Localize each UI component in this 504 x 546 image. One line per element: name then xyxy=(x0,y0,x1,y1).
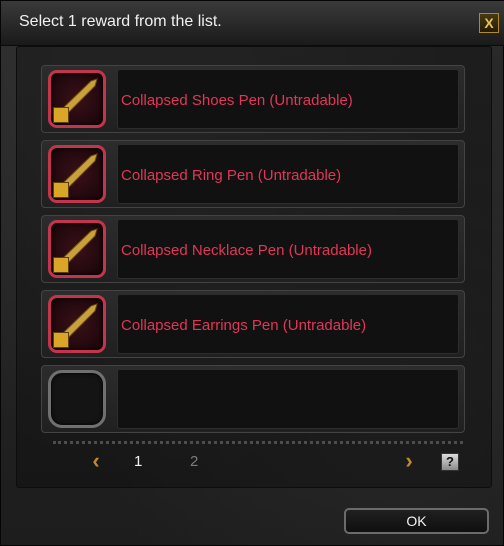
chevron-right-icon[interactable]: › xyxy=(401,450,417,472)
reward-name-box: Collapsed Earrings Pen (Untradable) xyxy=(117,294,459,354)
reward-name-box xyxy=(117,369,459,429)
reward-name-box: Collapsed Necklace Pen (Untradable) xyxy=(117,219,459,279)
title-bar: Select 1 reward from the list. X xyxy=(1,1,504,46)
reward-name-box: Collapsed Ring Pen (Untradable) xyxy=(117,144,459,204)
untradable-badge-icon xyxy=(53,332,69,348)
reward-selection-window: Select 1 reward from the list. X Collaps… xyxy=(0,0,504,546)
help-button[interactable]: ? xyxy=(441,453,459,471)
reward-name: Collapsed Necklace Pen (Untradable) xyxy=(121,242,372,259)
dialog-title: Select 1 reward from the list. xyxy=(19,13,222,30)
reward-list: Collapsed Shoes Pen (Untradable) Collaps… xyxy=(41,65,465,440)
chevron-left-icon[interactable]: ‹ xyxy=(88,450,104,472)
reward-row-empty xyxy=(41,365,465,433)
reward-name: Collapsed Earrings Pen (Untradable) xyxy=(121,317,367,334)
reward-item-slot[interactable] xyxy=(48,145,106,203)
reward-row[interactable]: Collapsed Necklace Pen (Untradable) xyxy=(41,215,465,283)
empty-item-slot xyxy=(48,370,106,428)
untradable-badge-icon xyxy=(53,107,69,123)
reward-name-box: Collapsed Shoes Pen (Untradable) xyxy=(117,69,459,129)
reward-item-slot[interactable] xyxy=(48,70,106,128)
reward-item-slot[interactable] xyxy=(48,295,106,353)
page-1-link[interactable]: 1 xyxy=(134,453,142,470)
reward-name: Collapsed Ring Pen (Untradable) xyxy=(121,167,342,184)
reward-row[interactable]: Collapsed Shoes Pen (Untradable) xyxy=(41,65,465,133)
reward-row[interactable]: Collapsed Earrings Pen (Untradable) xyxy=(41,290,465,358)
page-2-link[interactable]: 2 xyxy=(190,453,198,470)
reward-item-slot[interactable] xyxy=(48,220,106,278)
close-icon: X xyxy=(484,15,494,31)
ok-button[interactable]: OK xyxy=(344,508,489,534)
divider xyxy=(53,441,463,447)
reward-name: Collapsed Shoes Pen (Untradable) xyxy=(121,92,353,109)
untradable-badge-icon xyxy=(53,257,69,273)
reward-row[interactable]: Collapsed Ring Pen (Untradable) xyxy=(41,140,465,208)
question-icon: ? xyxy=(446,454,454,469)
untradable-badge-icon xyxy=(53,182,69,198)
close-button[interactable]: X xyxy=(479,13,499,33)
